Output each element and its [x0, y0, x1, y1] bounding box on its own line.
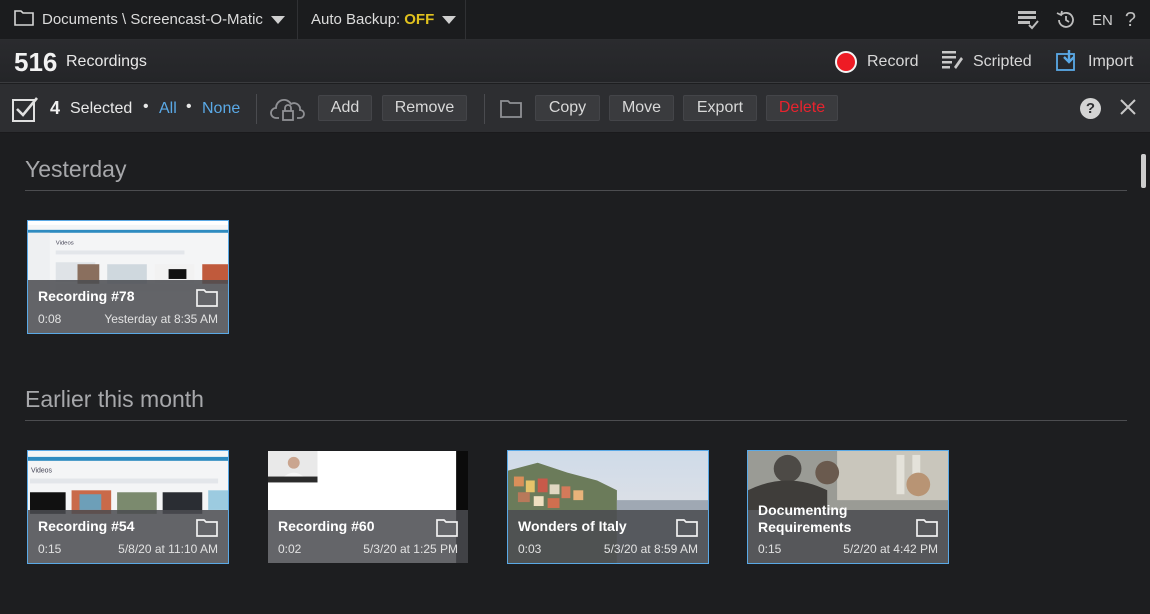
remove-button[interactable]: Remove — [382, 95, 467, 121]
recording-duration: 0:15 — [758, 542, 782, 556]
separator-dot: • — [186, 98, 192, 115]
recording-title: Recording #54 — [38, 518, 135, 534]
auto-backup-selector[interactable]: Auto Backup: OFF — [298, 0, 466, 40]
import-label: Import — [1088, 53, 1134, 70]
recording-card[interactable]: Videos Recording #54 0:15 5/8/20 at 11:1… — [27, 450, 229, 564]
folder-icon[interactable] — [436, 518, 458, 542]
history-icon[interactable] — [1054, 8, 1078, 32]
move-button[interactable]: Move — [609, 95, 674, 121]
svg-text:Videos: Videos — [56, 241, 74, 247]
folder-icon — [14, 8, 34, 31]
recording-duration: 0:03 — [518, 542, 542, 556]
folder-path: Documents \ Screencast-O-Matic — [42, 11, 263, 28]
recording-duration: 0:02 — [278, 542, 302, 556]
add-button[interactable]: Add — [318, 95, 372, 121]
recording-duration: 0:08 — [38, 312, 62, 326]
recording-date: 5/3/20 at 1:25 PM — [363, 542, 458, 556]
divider — [256, 94, 257, 124]
select-checkbox-icon[interactable] — [12, 96, 39, 127]
cloud-lock-icon — [270, 96, 306, 127]
selection-toolbar: 4 Selected • All • None Add Remove Copy … — [0, 84, 1150, 133]
section-title-earlier: Earlier this month — [25, 386, 204, 412]
section-title-yesterday: Yesterday — [25, 156, 127, 182]
select-all-link[interactable]: All — [159, 100, 177, 118]
recording-card[interactable]: Recording #60 0:02 5/3/20 at 1:25 PM — [267, 450, 469, 564]
scripted-button[interactable]: Scripted — [941, 48, 1032, 76]
select-none-link[interactable]: None — [202, 100, 240, 118]
export-button[interactable]: Export — [683, 95, 757, 121]
script-icon — [941, 49, 963, 76]
folder-icon[interactable] — [196, 518, 218, 542]
recordings-label: Recordings — [66, 53, 147, 70]
record-button[interactable]: Record — [835, 48, 919, 76]
chevron-down-icon — [442, 15, 457, 24]
close-icon[interactable] — [1119, 98, 1137, 121]
section-divider — [25, 190, 1127, 191]
recording-date: Yesterday at 8:35 AM — [104, 312, 218, 326]
recordings-list: Yesterday Videos Recording #78 0:08 Yest… — [0, 134, 1150, 614]
recording-title: Documenting Requirements — [758, 502, 852, 535]
record-label: Record — [867, 53, 919, 70]
recordings-header: 516 Recordings Record Scripted Import — [0, 40, 1150, 83]
scrollbar-thumb[interactable] — [1141, 154, 1146, 188]
recording-title: Wonders of Italy — [518, 518, 627, 534]
checklist-icon[interactable] — [1016, 8, 1040, 32]
folder-icon[interactable] — [916, 518, 938, 542]
scripted-label: Scripted — [973, 53, 1032, 70]
divider — [484, 94, 485, 124]
import-button[interactable]: Import — [1056, 48, 1133, 76]
copy-button[interactable]: Copy — [535, 95, 600, 121]
record-icon — [835, 51, 857, 73]
folder-selector[interactable]: Documents \ Screencast-O-Matic — [0, 0, 298, 40]
recordings-count: 516 — [14, 47, 58, 77]
auto-backup-label: Auto Backup: — [311, 11, 401, 28]
chevron-down-icon — [270, 15, 285, 24]
svg-text:Videos: Videos — [31, 468, 53, 475]
delete-button[interactable]: Delete — [766, 95, 838, 121]
recording-title: Recording #78 — [38, 288, 135, 304]
recording-card[interactable]: Wonders of Italy 0:03 5/3/20 at 8:59 AM — [507, 450, 709, 564]
folder-icon — [500, 98, 522, 123]
recording-date: 5/3/20 at 8:59 AM — [603, 542, 698, 556]
recording-title: Recording #60 — [278, 518, 375, 534]
selected-count: 4 — [50, 98, 61, 118]
recording-card[interactable]: Documenting Requirements 0:15 5/2/20 at … — [747, 450, 949, 564]
help-icon[interactable]: ? — [1125, 9, 1136, 32]
language-selector[interactable]: EN — [1092, 12, 1113, 29]
selected-label: Selected — [70, 100, 133, 117]
auto-backup-status: OFF — [404, 11, 435, 28]
section-divider — [25, 420, 1127, 421]
folder-icon[interactable] — [676, 518, 698, 542]
recording-date: 5/8/20 at 11:10 AM — [118, 542, 218, 556]
recording-date: 5/2/20 at 4:42 PM — [843, 542, 938, 556]
import-icon — [1056, 49, 1078, 76]
folder-icon[interactable] — [196, 288, 218, 312]
separator-dot: • — [143, 98, 149, 115]
help-icon[interactable]: ? — [1080, 98, 1101, 119]
recording-card[interactable]: Videos Recording #78 0:08 Yesterday at 8… — [27, 220, 229, 334]
recording-duration: 0:15 — [38, 542, 62, 556]
top-bar: Documents \ Screencast-O-Matic Auto Back… — [0, 0, 1150, 40]
